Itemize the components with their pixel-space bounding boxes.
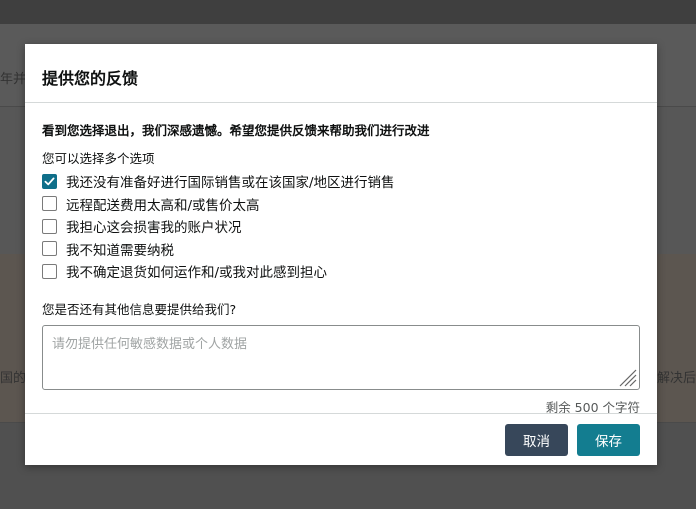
save-button[interactable]: 保存 xyxy=(577,423,640,456)
checkbox[interactable] xyxy=(42,241,57,257)
intro-text: 看到您选择退出，我们深感遗憾。希望您提供反馈来帮助我们进行改进 xyxy=(42,123,430,138)
background-text-left-mid: 国的 xyxy=(0,371,25,386)
background-text-right-mid: 解决后 xyxy=(657,371,696,386)
resize-handle-icon[interactable] xyxy=(617,367,637,387)
multi-select-hint: 您可以选择多个选项 xyxy=(42,151,155,166)
checkbox[interactable] xyxy=(42,218,57,234)
feedback-textarea[interactable] xyxy=(42,324,640,390)
dialog-title: 提供您的反馈 xyxy=(42,69,139,88)
cancel-button[interactable]: 取消 xyxy=(505,423,568,456)
checkbox[interactable] xyxy=(42,196,57,212)
reason-option-tax[interactable]: 我不知道需要纳税 xyxy=(42,238,640,261)
reason-option-label: 远程配送费用太高和/或售价太高 xyxy=(66,197,260,214)
dialog-body: 看到您选择退出，我们深感遗憾。希望您提供反馈来帮助我们进行改进 您可以选择多个选… xyxy=(25,103,657,416)
checkbox-checked[interactable] xyxy=(42,173,57,189)
reason-option-label: 我不确定退货如何运作和/或我对此感到担心 xyxy=(66,265,328,282)
reason-option-account-health[interactable]: 我担心这会损害我的账户状况 xyxy=(42,215,640,238)
reason-option-label: 我不知道需要纳税 xyxy=(66,242,174,259)
dialog-header: 提供您的反馈 xyxy=(25,44,657,103)
feedback-textarea-wrapper xyxy=(42,324,640,390)
additional-info-label: 您是否还有其他信息要提供给我们? xyxy=(42,301,237,317)
reason-option-returns[interactable]: 我不确定退货如何运作和/或我对此感到担心 xyxy=(42,260,640,283)
background-text-left-top: 年并点 xyxy=(0,72,25,87)
reason-option-label: 我还没有准备好进行国际销售或在该国家/地区进行销售 xyxy=(66,175,395,192)
reason-options: 我还没有准备好进行国际销售或在该国家/地区进行销售 远程配送费用太高和/或售价太… xyxy=(42,170,640,283)
reason-option-not-ready[interactable]: 我还没有准备好进行国际销售或在该国家/地区进行销售 xyxy=(42,170,640,193)
checkbox[interactable] xyxy=(42,263,57,279)
feedback-dialog: 提供您的反馈 看到您选择退出，我们深感遗憾。希望您提供反馈来帮助我们进行改进 您… xyxy=(25,44,657,465)
reason-option-label: 我担心这会损害我的账户状况 xyxy=(66,220,242,237)
reason-option-shipping-cost[interactable]: 远程配送费用太高和/或售价太高 xyxy=(42,193,640,216)
dialog-footer: 取消 保存 xyxy=(25,413,657,465)
checkmark-icon xyxy=(44,177,55,186)
background-top-bar xyxy=(0,0,696,24)
